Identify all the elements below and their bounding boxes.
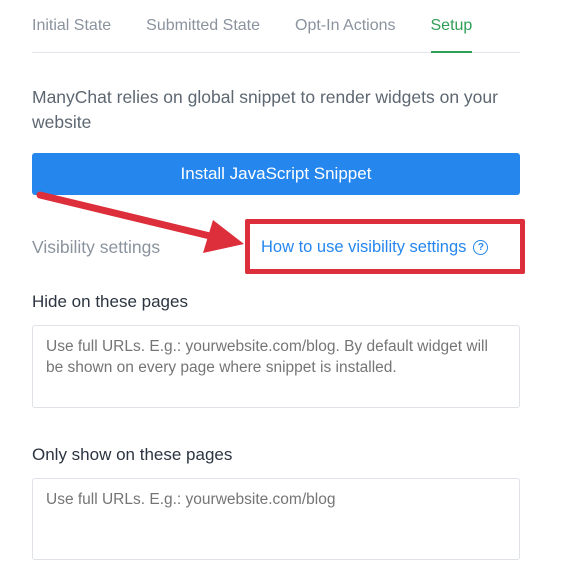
visibility-settings-label: Visibility settings bbox=[32, 237, 161, 257]
tab-initial-state[interactable]: Initial State bbox=[32, 17, 111, 52]
hide-pages-input[interactable] bbox=[32, 325, 520, 408]
visibility-help-link[interactable]: How to use visibility settings ? bbox=[261, 238, 489, 257]
install-snippet-button[interactable]: Install JavaScript Snippet bbox=[32, 153, 520, 195]
snippet-intro-text: ManyChat relies on global snippet to ren… bbox=[32, 87, 498, 132]
show-pages-title: Only show on these pages bbox=[32, 445, 233, 464]
annotation-arrow-head bbox=[203, 220, 244, 253]
show-pages-input[interactable] bbox=[32, 478, 520, 560]
tab-setup[interactable]: Setup bbox=[430, 17, 472, 53]
visibility-help-link-label: How to use visibility settings bbox=[261, 238, 467, 256]
question-circle-icon: ? bbox=[473, 240, 489, 255]
tab-bar: Initial State Submitted State Opt-In Act… bbox=[32, 0, 520, 53]
tab-submitted-state[interactable]: Submitted State bbox=[146, 17, 260, 52]
hide-pages-title: Hide on these pages bbox=[32, 292, 188, 311]
tab-opt-in-actions[interactable]: Opt-In Actions bbox=[295, 17, 396, 52]
annotation-arrow-shaft bbox=[36, 191, 214, 240]
